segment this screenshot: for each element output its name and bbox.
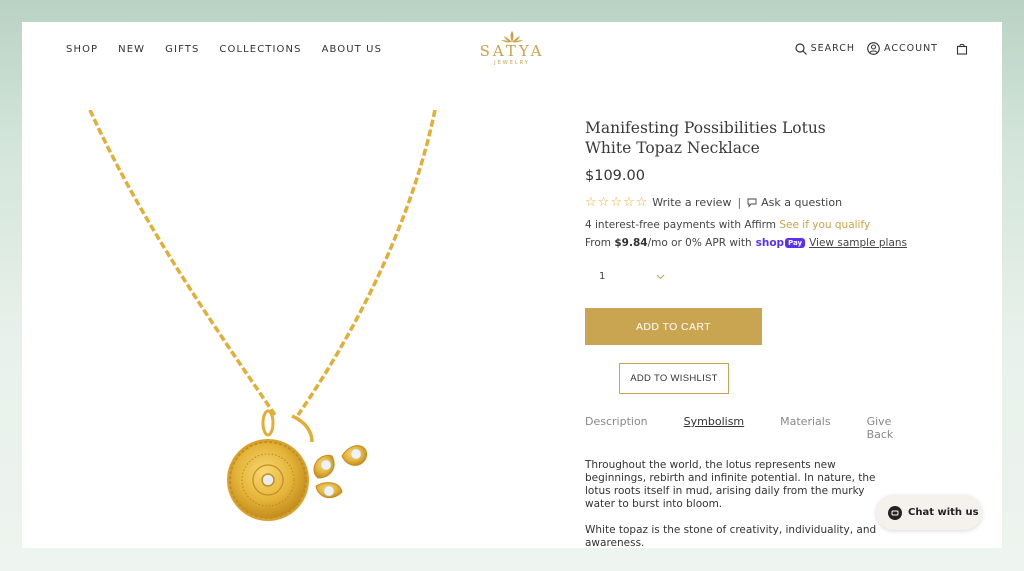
- chevron-down-icon: [656, 274, 665, 279]
- product-tabs: Description Symbolism Materials Give Bac…: [585, 415, 915, 441]
- page-frame: SHOP NEW GIFTS COLLECTIONS ABOUT US SATY…: [22, 22, 1002, 548]
- product-details: Manifesting Possibilities Lotus White To…: [585, 118, 915, 548]
- chat-label: Chat with us: [908, 507, 979, 518]
- quantity-select[interactable]: 1: [585, 271, 665, 282]
- star-icon: ☆: [635, 195, 648, 210]
- account-icon: [867, 42, 880, 55]
- quantity-value: 1: [599, 271, 606, 282]
- ask-question-link[interactable]: Ask a question: [747, 196, 842, 209]
- account-link[interactable]: ACCOUNT: [867, 42, 938, 55]
- product-price: $109.00: [585, 168, 645, 184]
- brand-logo[interactable]: SATYA JEWELRY: [477, 30, 547, 66]
- main-nav: SHOP NEW GIFTS COLLECTIONS ABOUT US: [66, 44, 402, 55]
- nav-about-us[interactable]: ABOUT US: [322, 44, 382, 55]
- product-image[interactable]: [80, 110, 460, 548]
- ask-question-label: Ask a question: [761, 196, 843, 209]
- star-icon: ☆: [610, 195, 622, 210]
- shoppay-amount: $9.84: [614, 237, 648, 249]
- logo-brand-text: SATYA: [479, 42, 545, 60]
- shoppay-brand: shop: [755, 237, 785, 249]
- tab-give-back[interactable]: Give Back: [867, 415, 915, 441]
- search-link[interactable]: SEARCH: [795, 42, 856, 55]
- nav-collections[interactable]: COLLECTIONS: [219, 44, 301, 55]
- affirm-qualify-link[interactable]: See if you qualify: [779, 219, 870, 231]
- chat-widget-button[interactable]: Chat with us: [876, 495, 982, 530]
- search-label: SEARCH: [810, 43, 856, 54]
- add-to-cart-button[interactable]: ADD TO CART: [585, 308, 762, 345]
- tab-symbolism[interactable]: Symbolism: [684, 415, 744, 441]
- bag-icon: [956, 43, 968, 55]
- description-paragraph: Throughout the world, the lotus represen…: [585, 459, 876, 510]
- shoppay-middle: /mo or 0% APR with: [647, 237, 752, 249]
- tab-description[interactable]: Description: [585, 415, 648, 441]
- cart-link[interactable]: [956, 43, 972, 55]
- star-icon: ☆: [585, 195, 597, 210]
- view-sample-plans-link[interactable]: View sample plans: [809, 237, 907, 249]
- star-icon: ☆: [622, 195, 635, 210]
- logo-sub-text: JEWELRY: [494, 60, 530, 66]
- tab-materials[interactable]: Materials: [780, 415, 830, 441]
- write-review-link[interactable]: Write a review: [652, 196, 731, 209]
- shoppay-logo: shop Pay: [755, 237, 806, 249]
- nav-shop[interactable]: SHOP: [66, 44, 98, 55]
- shoppay-line: From $9.84/mo or 0% APR with shop Pay Vie…: [585, 237, 915, 249]
- description-paragraph: White topaz is the stone of creativity, …: [585, 524, 877, 548]
- nav-gifts[interactable]: GIFTS: [165, 44, 199, 55]
- reviews-row: ☆ ☆ ☆ ☆ ☆ Write a review | Ask a questio…: [585, 196, 915, 209]
- product-title: Manifesting Possibilities Lotus White To…: [585, 119, 826, 157]
- search-icon: [795, 42, 807, 55]
- utility-nav: SEARCH ACCOUNT: [783, 42, 972, 55]
- tab-content: Throughout the world, the lotus represen…: [585, 459, 893, 548]
- star-icon: ☆: [597, 195, 610, 210]
- chat-bubble-icon: [747, 198, 757, 208]
- affirm-line: 4 interest-free payments with Affirm See…: [585, 219, 915, 231]
- chat-icon: [888, 505, 902, 520]
- shoppay-pay-badge: Pay: [785, 238, 806, 248]
- shoppay-prefix: From: [585, 237, 612, 249]
- add-to-wishlist-button[interactable]: ADD TO WISHLIST: [619, 363, 729, 394]
- nav-new[interactable]: NEW: [118, 44, 145, 55]
- reviews-separator: |: [737, 196, 742, 209]
- account-label: ACCOUNT: [884, 43, 938, 54]
- affirm-text: 4 interest-free payments with Affirm: [585, 219, 777, 231]
- rating-stars[interactable]: ☆ ☆ ☆ ☆ ☆: [585, 196, 648, 209]
